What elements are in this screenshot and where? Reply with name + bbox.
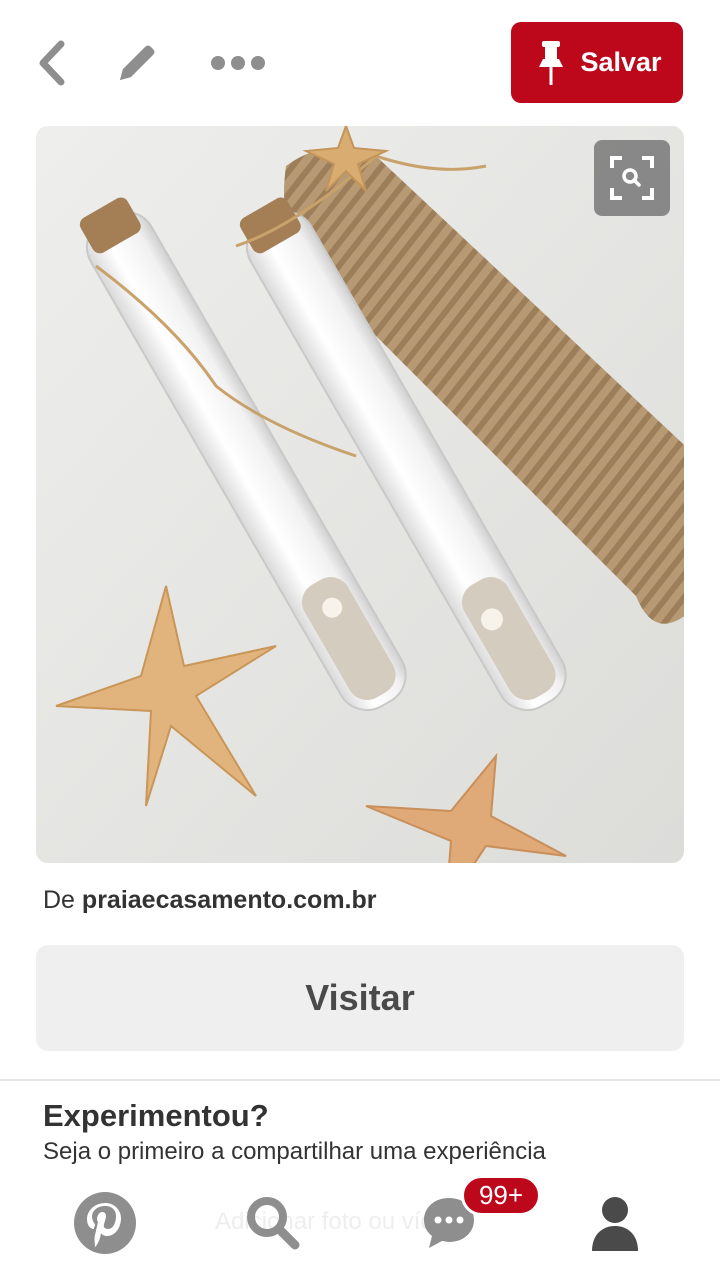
pin-source: De praiaecasamento.com.br [43, 886, 377, 915]
pencil-icon [120, 45, 155, 80]
section-divider [0, 1079, 720, 1081]
visit-button-label: Visitar [305, 977, 415, 1018]
visit-button[interactable]: Visitar [36, 945, 684, 1051]
profile-icon [592, 1197, 638, 1251]
visual-search-icon [610, 156, 654, 200]
pinterest-home-icon [74, 1192, 136, 1254]
more-dots-icon [211, 56, 265, 70]
search-icon [247, 1197, 300, 1250]
source-prefix: De [43, 886, 75, 914]
nav-search[interactable] [240, 1188, 306, 1258]
messages-badge: 99+ [461, 1175, 541, 1216]
tried-subtitle: Seja o primeiro a compartilhar uma exper… [43, 1138, 546, 1165]
source-domain-link[interactable]: praiaecasamento.com.br [82, 886, 377, 914]
bottom-nav [0, 1180, 720, 1277]
save-button[interactable]: Salvar [511, 22, 683, 103]
pin-photo-illustration [36, 126, 684, 863]
back-button[interactable] [28, 38, 76, 88]
pin-image[interactable] [36, 126, 684, 863]
save-button-label: Salvar [580, 47, 662, 77]
edit-button[interactable] [110, 38, 164, 88]
pin-icon [536, 38, 566, 88]
top-bar: Salvar [0, 0, 720, 124]
visual-search-button[interactable] [594, 140, 670, 216]
chevron-left-icon [39, 40, 65, 86]
nav-home[interactable] [70, 1188, 140, 1258]
nav-profile[interactable] [586, 1188, 644, 1258]
pin-detail-page: Salvar De praiaecasamento.com.br Visitar… [0, 0, 720, 1277]
tried-heading: Experimentou? [43, 1098, 269, 1133]
more-options-button[interactable] [200, 38, 276, 88]
